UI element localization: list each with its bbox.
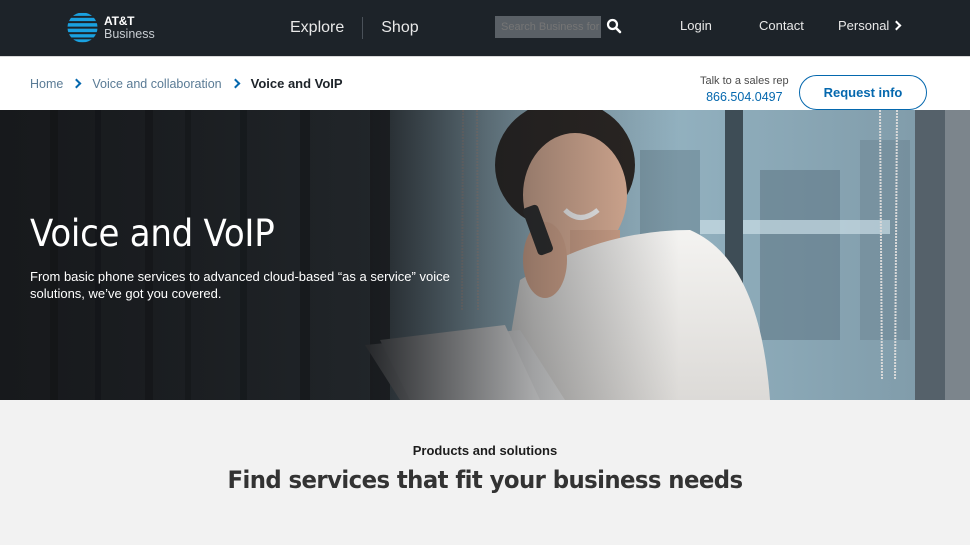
chevron-right-icon	[71, 78, 82, 89]
nav-shop[interactable]: Shop	[381, 19, 418, 37]
main-nav: Explore Shop	[290, 0, 419, 56]
nav-personal[interactable]: Personal	[838, 18, 902, 33]
sales-contact: Talk to a sales rep 866.504.0497	[700, 75, 789, 104]
hero-title: Voice and VoIP	[30, 212, 275, 255]
nav-contact[interactable]: Contact	[759, 18, 804, 33]
products-title: Find services that fit your business nee…	[227, 466, 743, 494]
search-input[interactable]	[495, 16, 601, 38]
breadcrumb-voice-collaboration[interactable]: Voice and collaboration	[92, 77, 221, 91]
hero-image	[0, 110, 970, 400]
att-globe-icon	[67, 12, 98, 43]
nav-personal-label: Personal	[838, 18, 890, 33]
nav-login[interactable]: Login	[680, 18, 712, 33]
att-business-logo[interactable]: AT&T Business	[67, 12, 155, 43]
breadcrumb-bar: Home Voice and collaboration Voice and V…	[0, 56, 970, 110]
request-info-button[interactable]: Request info	[799, 75, 927, 110]
chevron-right-icon	[891, 20, 902, 31]
chevron-right-icon	[230, 78, 241, 89]
nav-divider	[362, 17, 364, 39]
products-eyebrow: Products and solutions	[412, 443, 558, 458]
logo-brand: AT&T	[104, 13, 135, 28]
logo-subbrand: Business	[104, 26, 155, 41]
sales-phone-link[interactable]: 866.504.0497	[700, 90, 789, 104]
sales-label: Talk to a sales rep	[700, 75, 789, 87]
top-nav: AT&T Business Explore Shop Login Contact…	[0, 0, 970, 56]
search-icon[interactable]	[606, 18, 622, 34]
products-section: Products and solutions Find services tha…	[0, 400, 970, 545]
breadcrumb-home[interactable]: Home	[30, 77, 63, 91]
hero-banner: Voice and VoIP From basic phone services…	[0, 110, 970, 400]
hero-subtitle: From basic phone services to advanced cl…	[30, 269, 450, 301]
breadcrumb-current: Voice and VoIP	[250, 76, 343, 91]
breadcrumb: Home Voice and collaboration Voice and V…	[30, 76, 343, 91]
nav-explore[interactable]: Explore	[290, 19, 344, 37]
